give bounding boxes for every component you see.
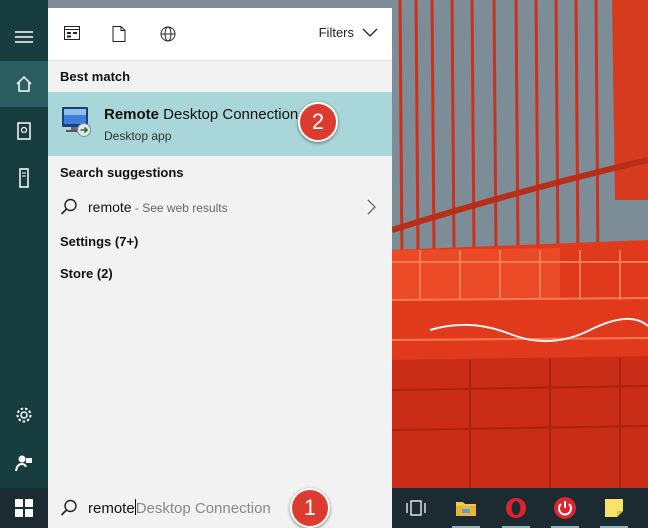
- device-icon[interactable]: [0, 155, 48, 201]
- settings-gear-icon[interactable]: [0, 392, 48, 438]
- store-results-header[interactable]: Store (2): [60, 266, 113, 281]
- best-match-result[interactable]: Remote Desktop Connection Desktop app: [48, 92, 392, 156]
- windows-logo-icon: [15, 499, 33, 517]
- file-explorer-icon[interactable]: [442, 488, 490, 528]
- web-suggestion-row[interactable]: remote - See web results: [48, 191, 392, 223]
- hamburger-menu-icon[interactable]: [0, 14, 48, 60]
- documents-filter-icon[interactable]: [112, 26, 126, 47]
- best-match-header: Best match: [60, 69, 131, 84]
- best-match-title: Remote Desktop Connection: [104, 106, 298, 123]
- settings-results-header[interactable]: Settings (7+): [60, 234, 138, 249]
- remote-desktop-icon: [60, 104, 92, 143]
- home-icon[interactable]: [0, 61, 48, 107]
- chevron-right-icon[interactable]: [367, 199, 376, 220]
- suggestion-query: remote: [88, 199, 132, 215]
- search-icon: [60, 499, 78, 522]
- apps-filter-icon[interactable]: [64, 26, 80, 45]
- power-app-icon[interactable]: [541, 488, 589, 528]
- step-1-callout: 1: [290, 488, 330, 528]
- search-results-panel: Filters Best match Remote Desktop Connec…: [48, 8, 392, 488]
- taskbar-search-box[interactable]: remoteDesktop Connection: [48, 488, 392, 528]
- start-button[interactable]: [0, 488, 48, 528]
- best-match-subtitle: Desktop app: [104, 129, 172, 143]
- suggestion-label: remote - See web results: [88, 199, 228, 215]
- filters-label: Filters: [318, 25, 354, 40]
- search-autocomplete: Desktop Connection: [135, 500, 271, 517]
- feedback-icon[interactable]: [0, 440, 48, 486]
- search-typed-text: remote: [88, 500, 135, 517]
- search-suggestions-header: Search suggestions: [60, 165, 184, 180]
- suggestion-hint: - See web results: [131, 201, 228, 215]
- start-left-rail: [0, 0, 48, 488]
- search-input[interactable]: remoteDesktop Connection: [88, 499, 271, 517]
- best-match-title-rest: Desktop Connection: [159, 106, 299, 123]
- filters-dropdown[interactable]: Filters: [319, 25, 378, 40]
- search-icon: [60, 198, 78, 221]
- web-filter-icon[interactable]: [160, 26, 176, 47]
- opera-browser-icon[interactable]: [492, 488, 540, 528]
- sticky-notes-icon[interactable]: [590, 488, 638, 528]
- notebook-icon[interactable]: [0, 108, 48, 154]
- filter-bar: Filters: [48, 8, 392, 61]
- best-match-title-match: Remote: [104, 106, 160, 123]
- chevron-down-icon: [362, 28, 378, 37]
- task-view-icon[interactable]: [392, 488, 440, 528]
- step-2-callout: 2: [298, 102, 338, 142]
